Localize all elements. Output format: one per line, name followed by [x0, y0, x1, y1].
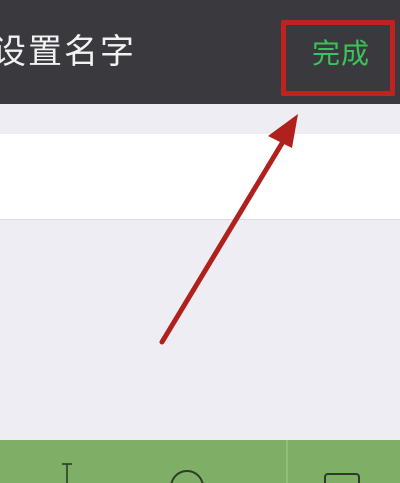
annotation-arrow-icon: [159, 114, 298, 345]
